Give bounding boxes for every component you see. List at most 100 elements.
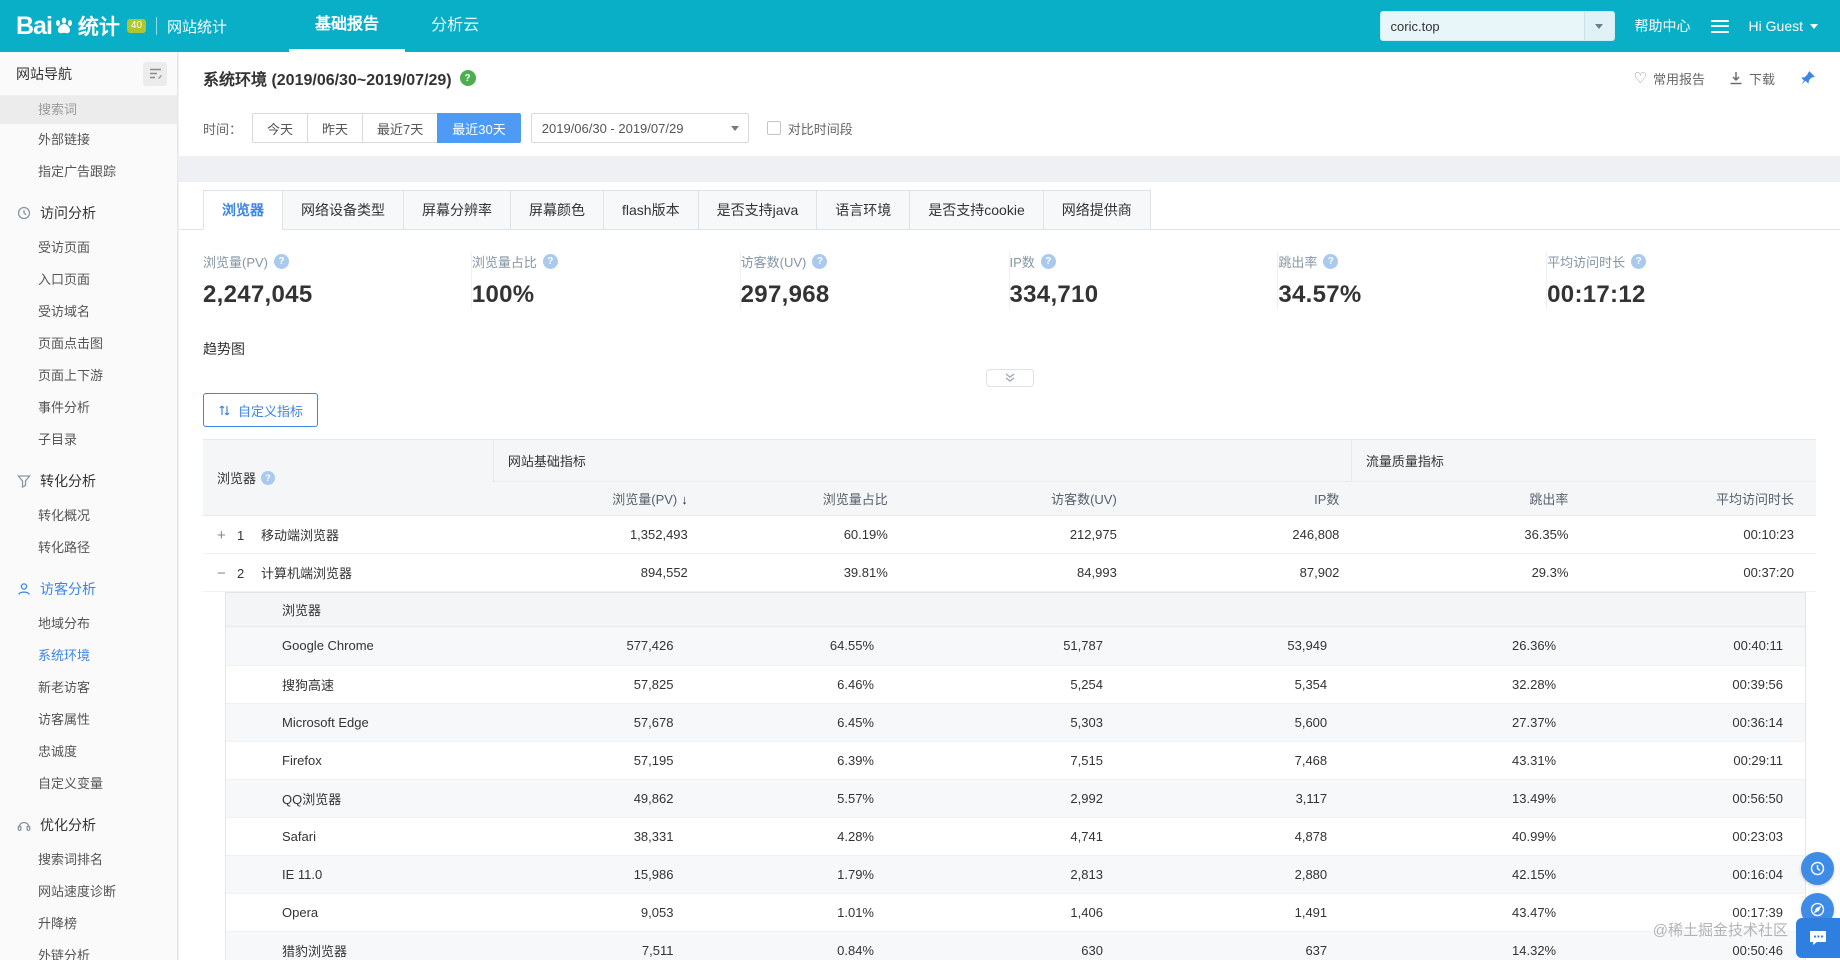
- tab-language[interactable]: 语言环境: [816, 190, 911, 230]
- column-header-bounce[interactable]: 跳出率: [1351, 481, 1581, 516]
- sidebar-item-visited-domains[interactable]: 受访域名: [0, 296, 177, 328]
- cell-ip: 4,878: [1114, 817, 1340, 856]
- tab-screen-resolution[interactable]: 屏幕分辨率: [403, 190, 511, 230]
- custom-metric-button[interactable]: 自定义指标: [203, 393, 319, 427]
- sidebar-item-region-distribution[interactable]: 地域分布: [0, 608, 177, 640]
- sidebar-item-conversion-overview[interactable]: 转化概况: [0, 500, 177, 532]
- date-range-value: 2019/06/30 - 2019/07/29: [541, 120, 684, 136]
- nav-tab-basic-report[interactable]: 基础报告: [289, 0, 406, 52]
- table-row[interactable]: IE 11.0 15,986 1.79% 2,813 2,880 42.15% …: [226, 855, 1805, 894]
- table-row[interactable]: Opera 9,053 1.01% 1,406 1,491 43.47% 00:…: [226, 893, 1805, 932]
- sidebar-section-optimization-analysis[interactable]: 优化分析: [0, 806, 177, 844]
- cell-duration: 00:16:04: [1568, 855, 1805, 894]
- sidebar-section-conversion-analysis[interactable]: 转化分析: [0, 462, 177, 500]
- sidebar-item-visitor-attributes[interactable]: 访客属性: [0, 704, 177, 736]
- help-icon[interactable]: [459, 70, 476, 86]
- sidebar-item-conversion-path[interactable]: 转化路径: [0, 532, 177, 564]
- table-row-mobile-browsers[interactable]: +1 移动端浏览器 1,352,493 60.19% 212,975 246,80…: [203, 515, 1816, 554]
- cell-pv: 894,552: [493, 553, 700, 592]
- expand-icon[interactable]: +: [217, 527, 237, 544]
- help-icon[interactable]: [1040, 254, 1056, 269]
- sidebar-item-external-links[interactable]: 外部链接: [0, 124, 177, 156]
- sidebar-section-visit-analysis[interactable]: 访问分析: [0, 194, 177, 232]
- user-menu[interactable]: Hi Guest: [1749, 18, 1818, 34]
- tab-browser[interactable]: 浏览器: [203, 190, 283, 230]
- sidebar-item-site-speed[interactable]: 网站速度诊断: [0, 876, 177, 908]
- sidebar-item-custom-variables[interactable]: 自定义变量: [0, 768, 177, 800]
- download-button[interactable]: 下载: [1729, 69, 1775, 88]
- help-icon[interactable]: [261, 470, 276, 485]
- tab-java-support[interactable]: 是否支持java: [697, 190, 818, 230]
- nav-tab-analysis-cloud[interactable]: 分析云: [405, 0, 505, 52]
- sidebar-section-visitor-analysis[interactable]: 访客分析: [0, 570, 177, 608]
- paw-icon: [55, 17, 72, 34]
- help-icon[interactable]: [1323, 254, 1339, 269]
- compare-checkbox[interactable]: [766, 121, 781, 135]
- table-row[interactable]: 猎豹浏览器 7,511 0.84% 630 637 14.32% 00:50:4…: [226, 931, 1805, 960]
- sort-desc-icon[interactable]: [677, 492, 688, 507]
- stat-avg-duration: 平均访问时长 00:17:12: [1547, 252, 1816, 309]
- pin-icon[interactable]: [1799, 70, 1816, 87]
- sidebar-item-keyword-ranking[interactable]: 搜索词排名: [0, 844, 177, 876]
- sidebar-item-ad-tracking[interactable]: 指定广告跟踪: [0, 156, 177, 188]
- time-button-today[interactable]: 今天: [252, 113, 309, 143]
- sidebar-item-page-click-map[interactable]: 页面点击图: [0, 328, 177, 360]
- date-range-picker[interactable]: 2019/06/30 - 2019/07/29: [530, 113, 749, 143]
- sidebar-item-loyalty[interactable]: 忠诚度: [0, 736, 177, 768]
- table-row[interactable]: QQ浏览器 49,862 5.57% 2,992 3,117 13.49% 00…: [226, 779, 1805, 818]
- sidebar-item-event-analysis[interactable]: 事件分析: [0, 392, 177, 424]
- custom-metric-icon: [219, 405, 230, 415]
- column-header-uv[interactable]: 访客数(UV): [899, 481, 1129, 516]
- help-icon[interactable]: [812, 254, 828, 269]
- sidebar-item-subdirectory[interactable]: 子目录: [0, 424, 177, 456]
- tab-screen-color[interactable]: 屏幕颜色: [510, 190, 604, 230]
- site-selector[interactable]: coric.top: [1379, 11, 1615, 41]
- cell-pv-share: 0.84%: [685, 931, 886, 960]
- table-row[interactable]: Firefox 57,195 6.39% 7,515 7,468 43.31% …: [226, 741, 1805, 780]
- chevron-down-icon[interactable]: [1583, 12, 1614, 40]
- collapse-trend-button[interactable]: [985, 369, 1034, 387]
- help-icon[interactable]: [274, 254, 290, 269]
- help-icon[interactable]: [542, 254, 558, 269]
- sidebar-item-search-words[interactable]: 搜索词: [0, 96, 177, 124]
- column-header-pv[interactable]: 浏览量(PV): [493, 481, 700, 516]
- sidebar-item-page-flow[interactable]: 页面上下游: [0, 360, 177, 392]
- time-button-last7[interactable]: 最近7天: [362, 113, 439, 143]
- history-float-button[interactable]: [1801, 852, 1834, 885]
- sidebar-item-system-environment[interactable]: 系统环境: [0, 640, 177, 672]
- help-center-link[interactable]: 帮助中心: [1635, 16, 1691, 36]
- help-icon[interactable]: [1631, 254, 1647, 269]
- time-button-yesterday[interactable]: 昨天: [307, 113, 364, 143]
- cell-pv: 9,053: [478, 893, 686, 932]
- table-row[interactable]: Safari 38,331 4.28% 4,741 4,878 40.99% 0…: [226, 817, 1805, 856]
- cell-pv: 15,986: [478, 855, 686, 894]
- tab-network-provider[interactable]: 网络提供商: [1042, 190, 1151, 230]
- apps-menu-icon[interactable]: [1710, 19, 1729, 33]
- edit-nav-icon[interactable]: [143, 61, 167, 86]
- collapse-icon[interactable]: −: [217, 565, 237, 582]
- sidebar-item-new-old-visitors[interactable]: 新老访客: [0, 672, 177, 704]
- tab-device-type[interactable]: 网络设备类型: [282, 190, 404, 230]
- table-row[interactable]: Google Chrome 577,426 64.55% 51,787 53,9…: [226, 627, 1805, 666]
- row-name: Firefox: [226, 741, 479, 780]
- table-row[interactable]: Microsoft Edge 57,678 6.45% 5,303 5,600 …: [226, 703, 1805, 742]
- table-row-desktop-browsers[interactable]: −2 计算机端浏览器 894,552 39.81% 84,993 87,902 2…: [203, 553, 1816, 592]
- time-button-last30[interactable]: 最近30天: [437, 113, 521, 143]
- chat-bubble-icon: [1810, 931, 1826, 945]
- column-header-pv-share[interactable]: 浏览量占比: [699, 481, 900, 516]
- column-header-duration[interactable]: 平均访问时长: [1580, 481, 1816, 516]
- favorite-report-button[interactable]: 常用报告: [1634, 69, 1705, 88]
- cell-duration: 00:10:23: [1580, 515, 1816, 554]
- cell-ip: 246,808: [1128, 515, 1352, 554]
- sidebar-item-visited-pages[interactable]: 受访页面: [0, 232, 177, 264]
- feedback-chat-button[interactable]: [1796, 918, 1840, 958]
- tab-flash-version[interactable]: flash版本: [603, 190, 699, 230]
- cell-uv: 7,515: [886, 741, 1115, 780]
- table-row[interactable]: 搜狗高速 57,825 6.46% 5,254 5,354 32.28% 00:…: [226, 665, 1805, 704]
- tab-cookie-support[interactable]: 是否支持cookie: [909, 190, 1044, 230]
- column-header-ip[interactable]: IP数: [1128, 481, 1352, 516]
- baidu-logo[interactable]: Bai 统计 40 网站统计: [0, 11, 227, 41]
- sidebar-item-backlink-analysis[interactable]: 外链分析: [0, 940, 177, 960]
- sidebar-item-entry-pages[interactable]: 入口页面: [0, 264, 177, 296]
- sidebar-item-rise-fall[interactable]: 升降榜: [0, 908, 177, 940]
